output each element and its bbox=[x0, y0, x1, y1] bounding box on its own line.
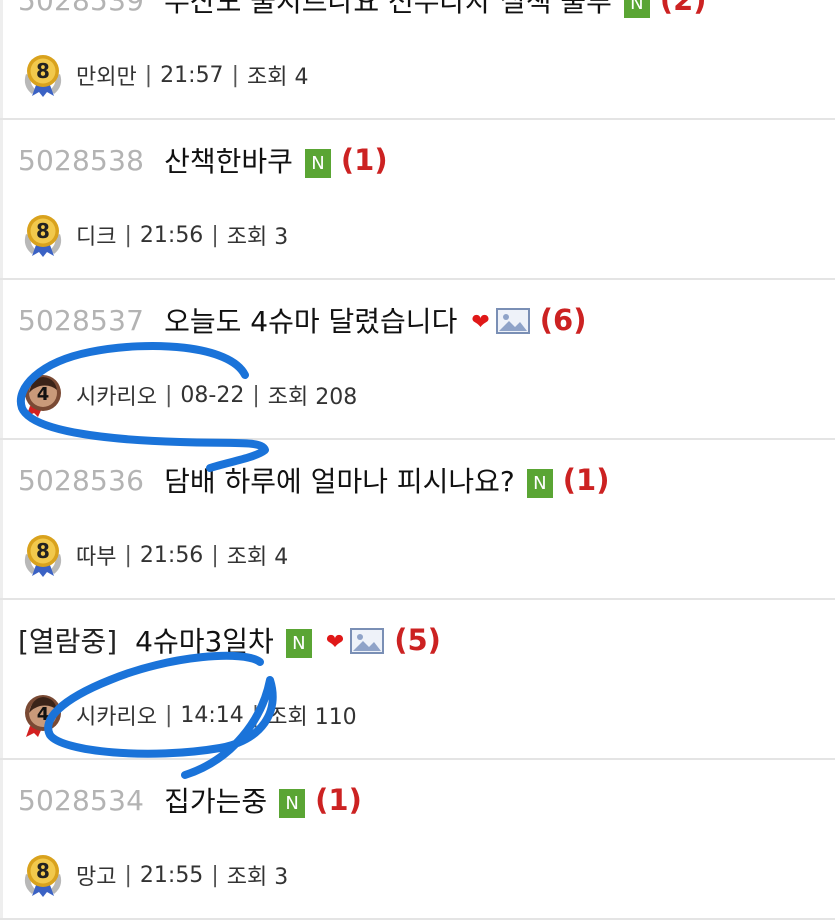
post-title-link[interactable]: 오늘도 4슈마 달렸습니다 bbox=[164, 300, 457, 340]
svg-text:8: 8 bbox=[36, 539, 50, 563]
post-time: 21:57 bbox=[160, 62, 224, 88]
separator: | bbox=[211, 542, 219, 568]
post-title-link[interactable]: 산책한바쿠 bbox=[164, 140, 293, 180]
svg-text:4: 4 bbox=[37, 384, 50, 405]
post-time: 14:14 bbox=[180, 702, 244, 728]
separator: | bbox=[144, 62, 153, 88]
view-count: 조회 4 bbox=[246, 65, 309, 90]
post-title-line[interactable]: 5028539 두산도 물지르나요 선두타자 실책 출루 N (2) bbox=[18, 0, 707, 20]
post-row[interactable]: 5028536 담배 하루에 얼마나 피시나요? N (1) 8 따부 | 21:56 | 조회 … bbox=[0, 440, 835, 600]
view-count: 조회 110 bbox=[267, 705, 357, 730]
post-title-line[interactable]: 5028536 담배 하루에 얼마나 피시나요? N (1) bbox=[18, 460, 609, 500]
post-meta: 8 따부 | 21:56 | 조회 4 bbox=[20, 533, 288, 577]
post-title-link[interactable]: 4슈마3일차 bbox=[135, 620, 274, 660]
profile-photo-avatar-icon: 4 bbox=[25, 375, 61, 417]
separator: | bbox=[231, 62, 239, 88]
post-title-line[interactable]: 5028534 집가는중 N (1) bbox=[18, 780, 362, 820]
heart-icon: ❤ bbox=[325, 629, 345, 655]
post-title-link[interactable]: 담배 하루에 얼마나 피시나요? bbox=[164, 460, 515, 500]
post-title-line[interactable]: 5028537 오늘도 4슈마 달렸습니다 ❤ (6) bbox=[18, 300, 586, 340]
viewing-label: [열람중] bbox=[18, 625, 118, 658]
post-row[interactable]: 5028537 오늘도 4슈마 달렸습니다 ❤ (6) 4 시카리오 | 08-22 | 조회 2… bbox=[0, 280, 835, 440]
post-meta: 4 시카리오 | 08-22 | 조회 208 bbox=[20, 373, 357, 417]
comment-count[interactable]: (2) bbox=[660, 0, 707, 17]
separator: | bbox=[124, 542, 132, 568]
post-time: 21:55 bbox=[139, 862, 204, 888]
post-meta: 8 만외만 | 21:57 | 조회 4 bbox=[20, 53, 308, 97]
gold-medal-avatar-icon: 8 bbox=[24, 215, 62, 257]
post-list: 5028539 두산도 물지르나요 선두타자 실책 출루 N (2) 8 만외만 | 21:5… bbox=[0, 0, 835, 923]
gold-medal-avatar-icon: 8 bbox=[24, 855, 62, 897]
post-title-line[interactable]: 5028538 산책한바쿠 N (1) bbox=[18, 140, 388, 180]
author-name[interactable]: 시카리오 bbox=[76, 379, 157, 411]
post-meta: 8 디크 | 21:56 | 조회 3 bbox=[20, 213, 288, 257]
post-meta: 8 망고 | 21:55 | 조회 3 bbox=[20, 853, 288, 897]
comment-count[interactable]: (6) bbox=[540, 303, 587, 337]
post-row[interactable]: 5028538 산책한바쿠 N (1) 8 디크 | 21:56 | 조회 3 bbox=[0, 120, 835, 280]
author-name[interactable]: 시카리오 bbox=[76, 699, 157, 731]
image-attachment-icon bbox=[350, 628, 385, 654]
separator: | bbox=[124, 862, 132, 888]
profile-photo-avatar-icon: 4 bbox=[25, 695, 61, 737]
new-badge: N bbox=[279, 788, 306, 818]
post-title-line[interactable]: [열람중] 4슈마3일차 N ❤ (5) bbox=[18, 620, 441, 660]
post-time: 21:56 bbox=[139, 542, 204, 568]
separator: | bbox=[252, 382, 260, 408]
author-name[interactable]: 만외만 bbox=[76, 59, 137, 91]
author-name[interactable]: 디크 bbox=[76, 219, 116, 251]
author-name[interactable]: 망고 bbox=[76, 859, 116, 891]
new-badge: N bbox=[623, 0, 650, 18]
view-count: 조회 3 bbox=[226, 225, 289, 250]
post-time: 21:56 bbox=[139, 222, 204, 248]
view-count: 조회 3 bbox=[226, 865, 289, 890]
separator: | bbox=[211, 222, 219, 248]
gold-medal-avatar-icon: 8 bbox=[24, 535, 62, 577]
author-name[interactable]: 따부 bbox=[76, 539, 116, 571]
svg-text:4: 4 bbox=[37, 704, 50, 725]
view-count: 조회 4 bbox=[226, 545, 289, 570]
post-title-link[interactable]: 두산도 물지르나요 선두타자 실책 출루 bbox=[164, 0, 612, 20]
separator: | bbox=[164, 702, 173, 728]
post-number: 5028536 bbox=[18, 463, 145, 497]
separator: | bbox=[251, 702, 260, 728]
post-time: 08-22 bbox=[180, 382, 245, 408]
post-row[interactable]: 5028539 두산도 물지르나요 선두타자 실책 출루 N (2) 8 만외만 | 21:5… bbox=[0, 0, 835, 120]
post-meta: 4 시카리오 | 14:14 | 조회 110 bbox=[20, 693, 357, 737]
view-count: 조회 208 bbox=[267, 385, 358, 410]
new-badge: N bbox=[526, 468, 553, 498]
svg-text:8: 8 bbox=[36, 219, 50, 243]
post-row[interactable]: [열람중] 4슈마3일차 N ❤ (5) 4 시카리오 | 14:14 | 조회 110 bbox=[0, 600, 835, 760]
comment-count[interactable]: (5) bbox=[394, 623, 441, 657]
post-number: 5028539 bbox=[18, 0, 145, 17]
gold-medal-avatar-icon: 8 bbox=[24, 55, 62, 97]
post-number: 5028538 bbox=[18, 143, 145, 177]
comment-count[interactable]: (1) bbox=[315, 783, 362, 817]
post-row[interactable]: 5028534 집가는중 N (1) 8 망고 | 21:55 | 조회 3 bbox=[0, 760, 835, 920]
post-title-link[interactable]: 집가는중 bbox=[164, 780, 267, 820]
post-number: 5028537 bbox=[18, 303, 145, 337]
separator: | bbox=[124, 222, 132, 248]
comment-count[interactable]: (1) bbox=[563, 463, 610, 497]
image-attachment-icon bbox=[495, 308, 530, 334]
separator: | bbox=[211, 862, 219, 888]
new-badge: N bbox=[304, 148, 331, 178]
svg-text:8: 8 bbox=[36, 859, 50, 883]
new-badge: N bbox=[285, 628, 312, 658]
post-number: 5028534 bbox=[18, 783, 145, 817]
comment-count[interactable]: (1) bbox=[341, 143, 388, 177]
separator: | bbox=[164, 382, 173, 408]
svg-text:8: 8 bbox=[36, 59, 50, 83]
heart-icon: ❤ bbox=[471, 309, 490, 335]
